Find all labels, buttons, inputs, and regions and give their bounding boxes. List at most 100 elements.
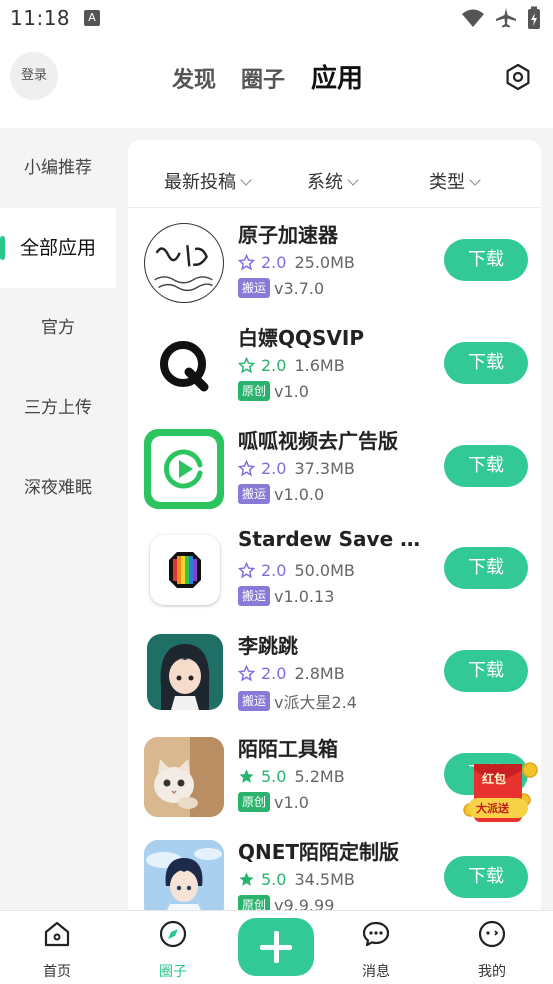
- app-version: v1.0: [274, 381, 309, 401]
- sidebar-item-third-party[interactable]: 三方上传: [0, 368, 116, 448]
- list-item[interactable]: 李跳跳 2.0 2.8MB 搬运 v派大星2.4 下载: [128, 630, 541, 733]
- app-size: 37.3MB: [294, 459, 355, 478]
- download-button[interactable]: 下载: [444, 445, 528, 487]
- app-score: 2.0: [261, 253, 287, 272]
- sidebar-item-label: 全部应用: [19, 237, 96, 259]
- sidebar-item-editor-picks[interactable]: 小编推荐: [0, 128, 116, 208]
- app-size: 1.6MB: [294, 356, 345, 375]
- filter-type[interactable]: 类型: [429, 168, 481, 194]
- app-size: 34.5MB: [294, 870, 355, 889]
- app-size: 2.8MB: [294, 664, 345, 683]
- nav-profile[interactable]: 我的: [452, 911, 532, 984]
- tab-apps[interactable]: 应用: [311, 58, 363, 95]
- list-item[interactable]: 白嫖QQSVIP 2.0 1.6MB 原创 v1.0 下载: [128, 322, 541, 425]
- app-version: v派大星2.4: [274, 693, 357, 712]
- filter-label: 类型: [429, 172, 465, 193]
- filter-latest[interactable]: 最新投稿: [164, 168, 252, 194]
- app-name: 呱呱视频去广告版: [238, 429, 398, 453]
- nav-label: 我的: [478, 964, 506, 980]
- app-name: Stardew Save Editor: [238, 527, 428, 551]
- filter-label: 最新投稿: [164, 172, 236, 193]
- nav-circle[interactable]: 圈子: [133, 911, 213, 984]
- app-name: QNET陌陌定制版: [238, 840, 400, 864]
- red-packet-promo[interactable]: 红包 大派送: [460, 758, 542, 830]
- kitten-icon: [144, 737, 224, 817]
- app-version: v1.0: [274, 792, 309, 812]
- anime-boy-icon: [144, 840, 224, 920]
- app-tag-line: 原创 v1.0: [238, 381, 309, 401]
- list-item[interactable]: QNET陌陌定制版 5.0 34.5MB 原创 v9.9.99 下载: [128, 836, 541, 920]
- tag-badge: 搬运: [238, 484, 271, 504]
- video-play-icon: [144, 429, 224, 509]
- chevron-down-icon: [469, 174, 481, 186]
- chevron-down-icon: [240, 174, 252, 186]
- wifi-icon: [462, 9, 484, 27]
- login-button[interactable]: 登录: [10, 52, 58, 100]
- hexagon-settings-icon[interactable]: [503, 62, 533, 92]
- star-outline-icon: [238, 562, 255, 579]
- filter-system[interactable]: 系统: [307, 168, 359, 194]
- airplane-icon: [496, 8, 516, 28]
- chevron-down-icon: [347, 174, 359, 186]
- download-button[interactable]: 下载: [444, 547, 528, 589]
- star-filled-icon: [239, 872, 254, 886]
- nav-messages[interactable]: 消息: [336, 911, 416, 984]
- download-button[interactable]: 下载: [444, 342, 528, 384]
- tag-badge: 原创: [238, 381, 271, 401]
- list-item[interactable]: Stardew Save Editor 2.0 50.0MB 搬运 v1.0.1…: [128, 527, 541, 630]
- status-time: 11:18: [10, 6, 71, 30]
- header: 登录 发现 圈子 应用: [0, 38, 553, 128]
- add-post-button[interactable]: [238, 918, 314, 976]
- app-score: 2.0: [261, 561, 287, 580]
- app-size: 5.2MB: [294, 767, 345, 786]
- star-outline-icon: [238, 460, 255, 477]
- profile-face-icon: [478, 920, 506, 948]
- sidebar-item-official[interactable]: 官方: [0, 288, 116, 368]
- app-meta: 5.0 5.2MB: [238, 767, 345, 786]
- calligraphy-icon: [144, 223, 224, 303]
- app-meta: 5.0 34.5MB: [238, 870, 355, 889]
- app-version: v1.0.0: [274, 484, 325, 504]
- nav-home[interactable]: 首页: [17, 911, 97, 984]
- download-button[interactable]: 下载: [444, 239, 528, 281]
- app-size: 25.0MB: [294, 253, 355, 272]
- app-meta: 2.0 50.0MB: [238, 561, 355, 580]
- app-name: 原子加速器: [238, 223, 338, 247]
- sidebar-item-late-night[interactable]: 深夜难眠: [0, 448, 116, 528]
- app-score: 2.0: [261, 356, 287, 375]
- list-item[interactable]: 原子加速器 2.0 25.0MB 搬运 v3.7.0 下载: [128, 219, 541, 322]
- filter-bar: 最新投稿 系统 类型: [128, 140, 541, 208]
- nav-label: 圈子: [159, 964, 187, 980]
- battery-icon: [528, 6, 540, 29]
- category-sidebar: 小编推荐 全部应用 官方 三方上传 深夜难眠: [0, 128, 116, 910]
- app-meta: 2.0 1.6MB: [238, 356, 345, 375]
- list-item[interactable]: 呱呱视频去广告版 2.0 37.3MB 搬运 v1.0.0 下载: [128, 425, 541, 528]
- tab-discover[interactable]: 发现: [172, 62, 216, 94]
- compass-icon: [159, 920, 187, 948]
- tag-badge: 搬运: [238, 278, 271, 298]
- download-button[interactable]: 下载: [444, 856, 528, 898]
- red-packet-subtitle: 大派送: [476, 802, 509, 815]
- app-tag-line: 搬运 v3.7.0: [238, 278, 324, 298]
- download-button[interactable]: 下载: [444, 650, 528, 692]
- status-icons: [461, 6, 541, 30]
- nav-label: 首页: [43, 964, 71, 980]
- home-icon: [44, 921, 70, 947]
- app-tag-line: 搬运 v1.0.13: [238, 586, 334, 606]
- tab-circle[interactable]: 圈子: [241, 62, 285, 94]
- app-size: 50.0MB: [294, 561, 355, 580]
- app-name: 白嫖QQSVIP: [238, 326, 364, 350]
- star-outline-icon: [238, 665, 255, 682]
- tag-badge: 搬运: [238, 691, 271, 711]
- sidebar-item-all-apps[interactable]: 全部应用: [0, 208, 116, 288]
- app-name: 陌陌工具箱: [238, 737, 338, 761]
- chat-bubble-icon: [362, 921, 390, 947]
- app-meta: 2.0 2.8MB: [238, 664, 345, 683]
- status-bar: 11:18 A: [0, 0, 553, 38]
- star-outline-icon: [238, 357, 255, 374]
- app-score: 5.0: [261, 870, 287, 889]
- filter-label: 系统: [307, 172, 343, 193]
- red-packet-icon: [463, 762, 538, 822]
- red-packet-title: 红包: [482, 772, 507, 786]
- app-version: v3.7.0: [274, 278, 325, 298]
